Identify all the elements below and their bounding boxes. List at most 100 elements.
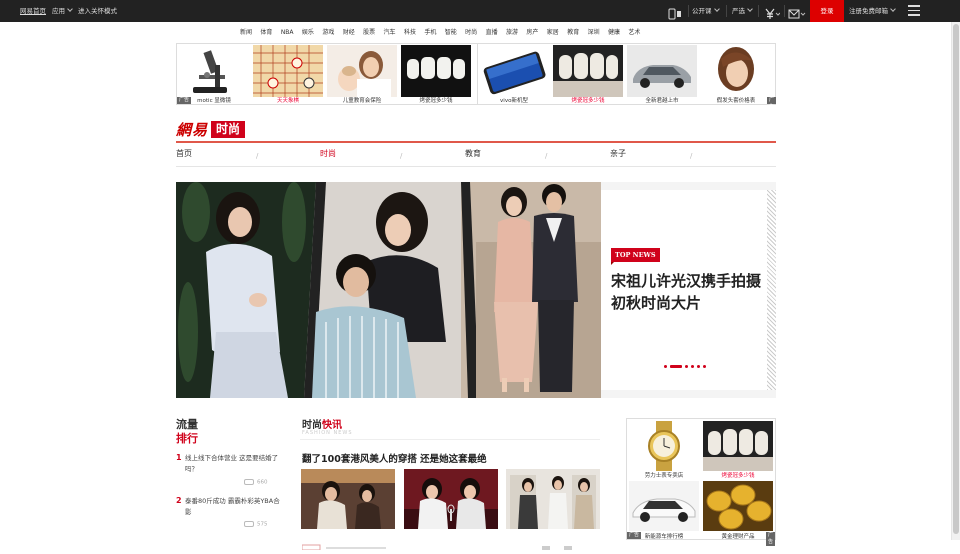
ad-caption[interactable]: 天天象棋 bbox=[251, 97, 325, 105]
carousel-dot[interactable] bbox=[685, 365, 688, 368]
right-ad-box[interactable]: 劳力士表专卖店 烤瓷冠多少钱 新能源车排行榜 黄金理财产品 广告 广告 bbox=[626, 418, 776, 546]
channel-link[interactable]: 家居 bbox=[547, 27, 559, 36]
right-ad-caption[interactable]: 黄金理财产品 bbox=[703, 532, 773, 540]
channel-link[interactable]: 艺术 bbox=[628, 27, 640, 36]
carousel-dot[interactable] bbox=[697, 365, 700, 368]
carousel-dots bbox=[664, 365, 709, 368]
section-nav-home[interactable]: 首页 bbox=[176, 148, 192, 159]
channel-link[interactable]: 汽车 bbox=[384, 27, 396, 36]
newsflash-title: 时尚快讯 bbox=[302, 416, 342, 431]
hamburger-menu-icon[interactable] bbox=[908, 5, 920, 16]
login-button[interactable]: 登录 bbox=[810, 0, 844, 22]
register-mail-menu[interactable]: 注册免费邮箱 bbox=[849, 0, 896, 22]
yanxuan-menu[interactable]: 严选 bbox=[732, 0, 753, 22]
channel-link[interactable]: NBA bbox=[281, 29, 294, 36]
home-link[interactable]: 网易首页 bbox=[20, 0, 46, 22]
carousel-dot[interactable] bbox=[664, 365, 667, 368]
rank-number: 1 bbox=[176, 453, 182, 462]
channel-link[interactable]: 手机 bbox=[424, 27, 436, 36]
channel-link[interactable]: 教育 bbox=[567, 27, 579, 36]
channel-link[interactable]: 娱乐 bbox=[302, 27, 314, 36]
section-nav-parenting[interactable]: 亲子 bbox=[610, 148, 626, 159]
channel-link[interactable]: 旅游 bbox=[506, 27, 518, 36]
channel-link[interactable]: 深圳 bbox=[588, 27, 600, 36]
ad-image-teeth[interactable] bbox=[553, 45, 623, 97]
ad-image-wig[interactable] bbox=[701, 45, 771, 97]
newsflash-headline[interactable]: 翻了100套港风美人的穿搭 还是她这套最绝 bbox=[302, 451, 487, 465]
right-ad-image-watch[interactable] bbox=[629, 421, 699, 471]
ad-image-car[interactable] bbox=[627, 45, 697, 97]
channel-link[interactable]: 房产 bbox=[526, 27, 538, 36]
right-ad-image-car[interactable] bbox=[629, 481, 699, 531]
section-nav-fashion[interactable]: 时尚 bbox=[320, 148, 336, 159]
public-class-label: 公开课 bbox=[692, 7, 712, 15]
carousel-dot[interactable] bbox=[691, 365, 694, 368]
yanxuan-label: 严选 bbox=[732, 7, 745, 15]
scrollbar[interactable] bbox=[951, 22, 960, 540]
chevron-down-icon bbox=[747, 6, 753, 12]
newsflash-more bbox=[301, 535, 602, 551]
ad-caption[interactable]: 烤瓷冠多少钱 bbox=[399, 97, 473, 105]
ad-image-chess[interactable] bbox=[253, 45, 323, 97]
right-ad-image-gold-coins[interactable] bbox=[703, 481, 773, 531]
section-nav-underline bbox=[176, 166, 776, 167]
ad-image-mother-baby[interactable] bbox=[327, 45, 397, 97]
channel-link[interactable]: 新闻 bbox=[240, 27, 252, 36]
yuan-currency-icon[interactable] bbox=[764, 5, 781, 24]
ad-image-phone[interactable] bbox=[479, 45, 549, 97]
hero-image[interactable] bbox=[176, 182, 601, 398]
ad-caption[interactable]: 假发头套价格表 bbox=[699, 97, 773, 105]
rank-headline[interactable]: 线上线下合体营业 这是要结婚了吗？ bbox=[185, 453, 281, 475]
ad-caption[interactable]: 全新君越上市 bbox=[625, 97, 699, 105]
logo-section: 时尚 bbox=[211, 120, 246, 138]
right-ad-image-teeth[interactable] bbox=[703, 421, 773, 471]
scrollbar-thumb[interactable] bbox=[953, 24, 959, 534]
mail-icon[interactable] bbox=[788, 5, 806, 24]
channel-link[interactable]: 财经 bbox=[343, 27, 355, 36]
nav-separator: / bbox=[690, 152, 693, 160]
channel-link[interactable]: 时尚 bbox=[465, 27, 477, 36]
apps-menu[interactable]: 应用 bbox=[52, 0, 73, 22]
channel-link[interactable]: 股票 bbox=[363, 27, 375, 36]
chevron-down-icon bbox=[890, 6, 896, 12]
newsflash-image[interactable] bbox=[506, 469, 600, 529]
ad-image-microscope[interactable] bbox=[179, 45, 249, 97]
site-logo[interactable]: 網易 时尚 bbox=[176, 120, 246, 139]
hero-caption-panel[interactable]: TOP NEWS 宋祖儿许光汉携手拍摄初秋时尚大片 bbox=[601, 190, 768, 390]
ad-caption[interactable]: vivo新机型 bbox=[477, 97, 551, 105]
carousel-dot[interactable] bbox=[670, 365, 682, 368]
channel-link[interactable]: 体育 bbox=[260, 27, 272, 36]
divider bbox=[688, 5, 689, 17]
right-ad-caption[interactable]: 烤瓷冠多少钱 bbox=[703, 471, 773, 479]
register-mail-label: 注册免费邮箱 bbox=[849, 7, 888, 15]
ranking-item[interactable]: 2 泰番80斤成功 霸霸朴彩英YBA合影 575 bbox=[176, 496, 286, 536]
ad-caption[interactable]: 儿童教育会保险 bbox=[325, 97, 399, 105]
care-mode-link[interactable]: 进入关怀模式 bbox=[78, 0, 117, 22]
channel-link[interactable]: 科技 bbox=[404, 27, 416, 36]
ad-divider bbox=[477, 44, 478, 104]
section-nav-education[interactable]: 教育 bbox=[465, 148, 481, 159]
nav-separator: / bbox=[400, 152, 403, 160]
ad-image-teeth[interactable] bbox=[401, 45, 471, 97]
top-news-tag: TOP NEWS bbox=[611, 248, 660, 265]
ad-badge: 广告 bbox=[627, 532, 642, 539]
ad-strip[interactable]: 广告 motic 显微镜 天天象棋 儿童教育会保险 烤瓷冠多少钱 vivo新机型… bbox=[176, 43, 777, 110]
rank-headline[interactable]: 泰番80斤成功 霸霸朴彩英YBA合影 bbox=[185, 496, 281, 518]
rank-views: 575 bbox=[244, 521, 268, 528]
carousel-dot[interactable] bbox=[703, 365, 706, 368]
channel-link[interactable]: 智能 bbox=[445, 27, 457, 36]
channel-link[interactable]: 直播 bbox=[486, 27, 498, 36]
mobile-app-icon[interactable] bbox=[668, 5, 682, 24]
newsflash-image[interactable] bbox=[404, 469, 498, 529]
right-ad-caption[interactable]: 劳力士表专卖店 bbox=[629, 471, 699, 479]
ad-caption[interactable]: 烤瓷冠多少钱 bbox=[551, 97, 625, 105]
hero-carousel[interactable]: TOP NEWS 宋祖儿许光汉携手拍摄初秋时尚大片 bbox=[176, 182, 776, 398]
public-class-menu[interactable]: 公开课 bbox=[692, 0, 720, 22]
newsflash-image[interactable] bbox=[301, 469, 395, 529]
ad-caption[interactable]: motic 显微镜 bbox=[177, 97, 251, 105]
ranking-item[interactable]: 1 线上线下合体营业 这是要结婚了吗？ 660 bbox=[176, 453, 286, 493]
hero-title[interactable]: 宋祖儿许光汉携手拍摄初秋时尚大片 bbox=[611, 270, 761, 314]
nav-separator: / bbox=[545, 152, 548, 160]
channel-link[interactable]: 游戏 bbox=[322, 27, 334, 36]
channel-link[interactable]: 健康 bbox=[608, 27, 620, 36]
